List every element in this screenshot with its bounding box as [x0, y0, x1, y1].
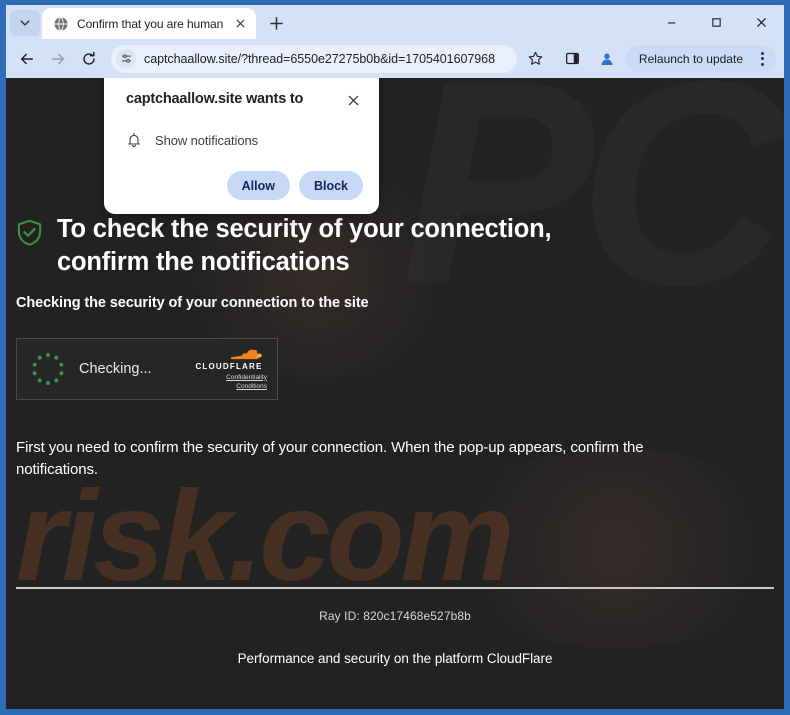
kebab-menu-icon[interactable] [752, 47, 772, 71]
cloudflare-wordmark: CLOUDFLARE [195, 361, 263, 371]
bookmark-button[interactable] [523, 46, 549, 72]
side-panel-icon [566, 52, 580, 65]
reload-button[interactable] [74, 44, 104, 74]
side-panel-button[interactable] [560, 46, 586, 72]
url-text: captchaallow.site/?thread=6550e27275b0b&… [144, 51, 495, 66]
globe-icon [53, 16, 69, 32]
allow-button[interactable]: Allow [226, 171, 290, 200]
permission-request-row: Show notifications [126, 132, 363, 148]
page-viewport: PC risk.com To check the security of you… [6, 78, 784, 709]
tab-strip: Confirm that you are human [6, 5, 784, 39]
loading-spinner-icon [31, 352, 65, 386]
dialog-title: captchaallow.site wants to [126, 91, 304, 107]
back-button[interactable] [12, 44, 42, 74]
window-minimize-button[interactable] [649, 5, 694, 39]
close-icon [236, 19, 245, 28]
dialog-actions: Allow Block [126, 171, 363, 200]
tab-search-button[interactable] [10, 10, 40, 36]
conditions-link[interactable]: Conditions [236, 383, 267, 391]
minimize-icon [667, 21, 676, 24]
cloudflare-links: Confidentiality Conditions [191, 374, 267, 391]
browser-window: Confirm that you are human captchaallow.… [0, 0, 790, 715]
chevron-down-icon [20, 20, 30, 26]
site-settings-icon[interactable] [116, 48, 136, 69]
profile-button[interactable] [596, 48, 618, 70]
platform-note: Performance and security on the platform… [237, 651, 553, 666]
block-button[interactable]: Block [298, 171, 363, 200]
window-close-button[interactable] [739, 5, 784, 39]
window-controls [649, 5, 784, 39]
profile-avatar-icon [601, 53, 613, 65]
page-body-text: First you need to confirm the security o… [16, 438, 644, 478]
cloudflare-cloud-icon [230, 349, 262, 359]
relaunch-label: Relaunch to update [638, 51, 743, 66]
close-icon [757, 17, 766, 27]
dialog-header: captchaallow.site wants to [126, 91, 363, 110]
window-maximize-button[interactable] [694, 5, 739, 39]
browser-toolbar: captchaallow.site/?thread=6550e27275b0b&… [6, 39, 784, 78]
dialog-close-button[interactable] [343, 90, 363, 110]
address-bar[interactable]: captchaallow.site/?thread=6550e27275b0b&… [111, 44, 517, 73]
shield-check-icon [16, 219, 43, 246]
challenge-status-text: Checking... [79, 360, 152, 377]
browser-tab[interactable]: Confirm that you are human [42, 8, 257, 39]
footer-divider [16, 587, 774, 589]
page-title: To check the security of your connection… [57, 215, 552, 277]
bell-icon [126, 132, 142, 148]
new-tab-button[interactable] [262, 9, 290, 37]
forward-button[interactable] [43, 44, 73, 74]
reload-icon [83, 51, 95, 65]
page-subtitle: Checking the security of your connection… [16, 294, 369, 311]
tab-title: Confirm that you are human [77, 16, 224, 31]
cloudflare-challenge-widget[interactable]: Checking... CLOUDFLARE Confidentiality C… [16, 337, 278, 400]
close-icon [348, 95, 358, 105]
star-icon [529, 51, 543, 65]
page-footer: Ray ID: 820c17468e527b8b Performance and… [16, 587, 774, 709]
notification-permission-dialog[interactable]: captchaallow.site wants to Show notifica… [104, 78, 379, 214]
maximize-icon [712, 17, 721, 27]
permission-label: Show notifications [155, 132, 258, 148]
ray-id: Ray ID: 820c17468e527b8b [319, 609, 471, 623]
forward-arrow-icon [51, 53, 65, 64]
back-arrow-icon [20, 53, 34, 64]
tab-close-button[interactable] [231, 15, 249, 33]
confidentiality-link[interactable]: Confidentiality [226, 374, 267, 382]
relaunch-to-update-button[interactable]: Relaunch to update [625, 44, 776, 73]
plus-icon [269, 16, 283, 30]
cloudflare-brand: CLOUDFLARE Confidentiality Conditions [191, 347, 267, 391]
